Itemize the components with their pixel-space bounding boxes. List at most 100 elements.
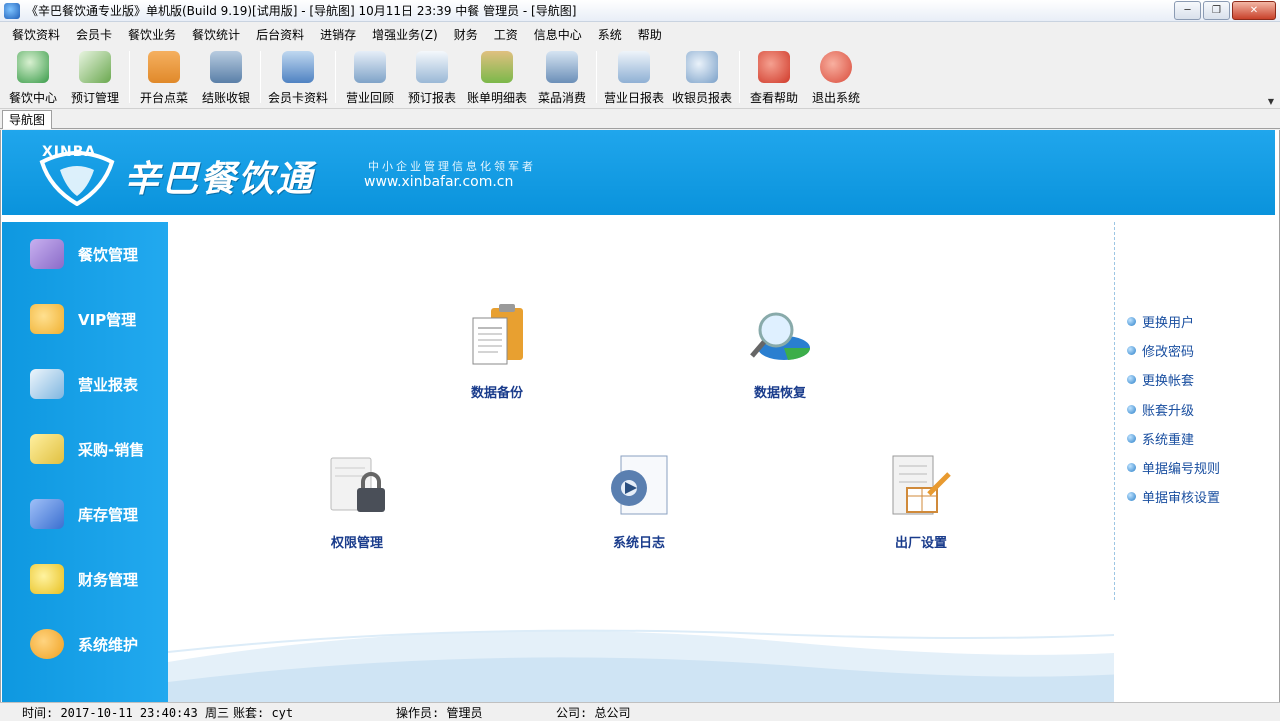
backup-data-button[interactable]: 数据备份 xyxy=(437,304,557,401)
menu-item-member-card[interactable]: 会员卡 xyxy=(68,23,120,47)
toolbar-separator xyxy=(739,51,741,103)
link-system-rebuild[interactable]: 系统重建 xyxy=(1127,429,1194,448)
function-label: 权限管理 xyxy=(330,536,383,551)
toolbar-overflow-arrow-icon[interactable]: ▼ xyxy=(1268,97,1274,106)
title-bar: 《辛巴餐饮通专业版》单机版(Build 9.19)[试用版] - [导航图] 1… xyxy=(0,0,1280,22)
menu-item-info-center[interactable]: 信息中心 xyxy=(526,23,590,47)
menu-item-payroll[interactable]: 工资 xyxy=(486,23,526,47)
member-card-icon xyxy=(282,51,314,83)
toolbar-label: 结账收银 xyxy=(201,91,250,105)
toolbar-label: 收银员报表 xyxy=(672,91,733,105)
finance-icon xyxy=(30,564,64,594)
nav-item-business-report[interactable]: 营业报表 xyxy=(2,364,168,404)
status-operator: 操作员: 管理员 xyxy=(396,706,483,720)
toolbar-label: 退出系统 xyxy=(812,91,861,105)
toolbar-daily-report-button[interactable]: 营业日报表 xyxy=(600,47,668,107)
permission-management-button[interactable]: 权限管理 xyxy=(297,454,417,551)
dish-icon xyxy=(546,51,579,83)
nav-item-finance[interactable]: 财务管理 xyxy=(2,559,168,599)
status-account: 账套: cyt xyxy=(233,706,294,720)
restore-data-button[interactable]: 数据恢复 xyxy=(720,304,840,401)
maintenance-icon xyxy=(30,629,64,659)
nav-label: 营业报表 xyxy=(78,375,139,394)
menu-item-dining-business[interactable]: 餐饮业务 xyxy=(120,23,184,47)
window-title: 《辛巴餐饮通专业版》单机版(Build 9.19)[试用版] - [导航图] 1… xyxy=(26,4,577,18)
toolbar-open-table-button[interactable]: 开台点菜 xyxy=(133,47,195,107)
link-label: 系统重建 xyxy=(1142,433,1195,448)
link-label: 账套升级 xyxy=(1142,404,1195,419)
menu-item-enhanced[interactable]: 增强业务(Z) xyxy=(364,23,446,47)
close-button[interactable]: ✕ xyxy=(1232,1,1276,20)
menu-item-backend-data[interactable]: 后台资料 xyxy=(248,23,312,47)
toolbar-bill-detail-button[interactable]: 账单明细表 xyxy=(463,47,531,107)
report-icon xyxy=(416,51,449,83)
cash-icon xyxy=(210,51,242,83)
toolbar-cashier-report-button[interactable]: 收银员报表 xyxy=(668,47,736,107)
function-label: 数据恢复 xyxy=(753,386,806,401)
bullet-icon xyxy=(1127,346,1136,355)
window-controls: ─ ❐ ✕ xyxy=(1172,1,1276,20)
menu-item-system[interactable]: 系统 xyxy=(590,23,630,47)
status-time: 时间: 2017-10-11 23:40:43 周三 xyxy=(22,706,229,720)
dining-icon xyxy=(30,239,64,269)
nav-label: 餐饮管理 xyxy=(78,245,139,264)
backup-icon xyxy=(472,304,523,365)
nav-item-vip[interactable]: VIP管理 xyxy=(2,299,168,339)
nav-item-purchase-sales[interactable]: 采购-销售 xyxy=(2,429,168,469)
menu-bar: 餐饮资料 会员卡 餐饮业务 餐饮统计 后台资料 进销存 增强业务(Z) 财务 工… xyxy=(0,23,1280,47)
nav-label: 财务管理 xyxy=(78,570,139,589)
toolbar-dish-consumption-button[interactable]: 菜品消费 xyxy=(531,47,593,107)
link-doc-review-settings[interactable]: 单据审核设置 xyxy=(1127,487,1220,506)
globe-icon xyxy=(17,51,49,83)
factory-settings-button[interactable]: 出厂设置 xyxy=(861,454,981,551)
link-change-account[interactable]: 更换帐套 xyxy=(1127,370,1194,389)
main-area: XINBA 辛巴餐饮通 中小企业管理信息化领军者 www.xinbafar.co… xyxy=(0,130,1280,702)
toolbar-dining-center-button[interactable]: 餐饮中心 xyxy=(2,47,64,107)
toolbar-review-button[interactable]: 营业回顾 xyxy=(339,47,401,107)
toolbar: 餐饮中心 预订管理 开台点菜 结账收银 会员卡资料 营业回顾 预订报表 账单明细… xyxy=(0,47,1280,109)
cashier-report-icon xyxy=(686,51,719,83)
toolbar-member-card-button[interactable]: 会员卡资料 xyxy=(264,47,332,107)
nav-label: VIP管理 xyxy=(78,310,137,329)
link-account-upgrade[interactable]: 账套升级 xyxy=(1127,400,1194,419)
quick-links-panel: 更换用户 修改密码 更换帐套 账套升级 系统重建 单据编号规则 单据审核设置 xyxy=(1114,222,1275,600)
menu-item-help[interactable]: 帮助 xyxy=(630,23,670,47)
link-change-user[interactable]: 更换用户 xyxy=(1127,312,1194,331)
review-icon xyxy=(354,51,387,83)
menu-item-finance[interactable]: 财务 xyxy=(446,23,486,47)
toolbar-booking-button[interactable]: 预订管理 xyxy=(64,47,126,107)
toolbar-label: 账单明细表 xyxy=(467,91,528,105)
menu-item-dining-stats[interactable]: 餐饮统计 xyxy=(184,23,248,47)
toolbar-booking-report-button[interactable]: 预订报表 xyxy=(401,47,463,107)
nav-label: 库存管理 xyxy=(78,505,139,524)
house-icon xyxy=(148,51,180,83)
nav-label: 采购-销售 xyxy=(78,440,145,459)
function-label: 系统日志 xyxy=(612,536,665,551)
toolbar-exit-button[interactable]: 退出系统 xyxy=(805,47,867,107)
link-label: 更换用户 xyxy=(1142,316,1195,331)
link-change-password[interactable]: 修改密码 xyxy=(1127,341,1194,360)
link-doc-number-rules[interactable]: 单据编号规则 xyxy=(1127,458,1220,477)
link-label: 更换帐套 xyxy=(1142,374,1195,389)
factory-settings-icon xyxy=(892,455,951,515)
nav-item-maintenance[interactable]: 系统维护 xyxy=(2,624,168,664)
right-panel-footer xyxy=(1114,600,1275,702)
nav-item-dining[interactable]: 餐饮管理 xyxy=(2,234,168,274)
booking-icon xyxy=(79,51,111,83)
minimize-button[interactable]: ─ xyxy=(1174,1,1201,20)
toolbar-separator xyxy=(596,51,598,103)
toolbar-label: 菜品消费 xyxy=(538,91,587,105)
system-log-button[interactable]: 系统日志 xyxy=(579,454,699,551)
toolbar-help-button[interactable]: 查看帮助 xyxy=(743,47,805,107)
function-label: 出厂设置 xyxy=(894,536,947,551)
menu-item-inventory[interactable]: 进销存 xyxy=(312,23,364,47)
toolbar-separator xyxy=(335,51,337,103)
menu-item-dining-data[interactable]: 餐饮资料 xyxy=(4,23,68,47)
left-nav: 餐饮管理 VIP管理 营业报表 采购-销售 库存管理 财务管理 系统维护 xyxy=(2,222,168,702)
toolbar-label: 会员卡资料 xyxy=(268,91,329,105)
daily-report-icon xyxy=(618,51,651,83)
toolbar-checkout-button[interactable]: 结账收银 xyxy=(195,47,257,107)
restore-button[interactable]: ❐ xyxy=(1203,1,1230,20)
nav-item-inventory[interactable]: 库存管理 xyxy=(2,494,168,534)
tab-navigation[interactable]: 导航图 xyxy=(2,110,53,129)
